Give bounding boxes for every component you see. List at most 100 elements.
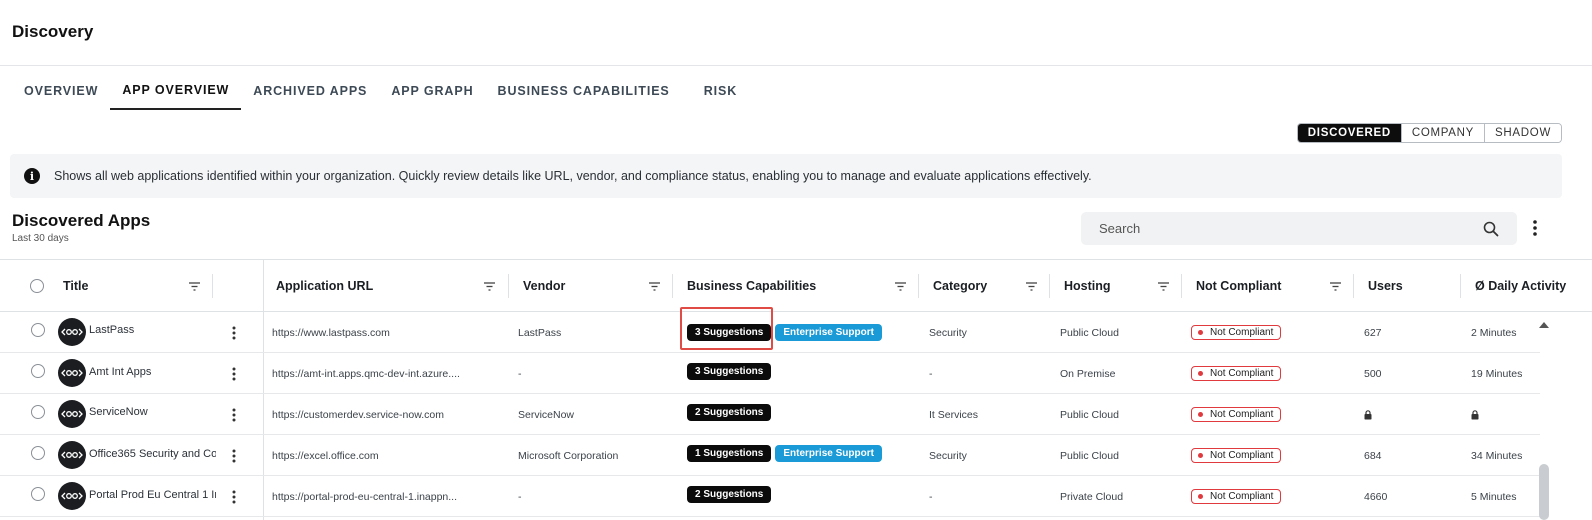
table-row[interactable]: Portal Prod Eu Central 1 Inappnext https… [0,476,1540,517]
filter-icon[interactable] [1026,282,1037,291]
app-url[interactable]: https://excel.office.com [272,435,502,476]
col-not-compliant: Not Compliant [1196,279,1282,293]
filter-icon[interactable] [895,282,906,291]
app-daily-activity: 2 Minutes [1471,326,1517,339]
col-hosting: Hosting [1064,279,1111,293]
app-hosting: Public Cloud [1060,326,1119,339]
tab-risk[interactable]: RISK [692,72,749,110]
app-category: Security [929,326,967,339]
row-select-radio[interactable] [31,487,45,501]
tab-business-capabilities[interactable]: BUSINESS CAPABILITIES [486,72,682,110]
app-name[interactable]: LastPass [89,312,216,348]
col-business-capabilities: Business Capabilities [687,279,817,293]
table-row[interactable]: Office365 Security and Compliance https:… [0,435,1540,476]
app-daily-activity: 34 Minutes [1471,449,1523,462]
app-vendor: - [518,490,522,503]
row-menu-icon[interactable] [229,488,239,506]
suggestions-badge[interactable]: 2 Suggestions [687,485,772,503]
suggestions-badge[interactable]: 3 Suggestions [687,362,772,380]
filter-icon[interactable] [1158,282,1169,291]
row-menu-icon[interactable] [229,447,239,465]
app-logo-icon [58,482,86,510]
app-users: 500 [1364,367,1382,380]
app-category: - [929,490,933,503]
row-menu-icon[interactable] [229,406,239,424]
app-daily-activity: 19 Minutes [1471,367,1523,380]
info-banner: i Shows all web applications identified … [10,154,1562,198]
row-select-radio[interactable] [31,323,45,337]
not-compliant-badge: Not Compliant [1191,407,1282,422]
app-users: 627 [1364,326,1382,339]
app-url[interactable]: https://www.lastpass.com [272,312,502,353]
app-name[interactable]: Portal Prod Eu Central 1 Inappnext [89,476,216,514]
capabilities-cell: 2 Suggestions [687,476,912,512]
row-select-radio[interactable] [31,364,45,378]
not-compliant-label: Not Compliant [1210,450,1274,461]
search-input[interactable] [1099,221,1483,236]
col-application-url: Application URL [276,279,374,293]
col-title: Title [63,279,89,293]
search-icon[interactable] [1483,221,1499,237]
row-select-radio[interactable] [31,405,45,419]
app-name[interactable]: Office365 Security and Compliance [89,435,216,472]
view-toggle: DISCOVERED COMPANY SHADOW [1296,123,1562,143]
lock-icon [1364,409,1372,419]
suggestions-badge[interactable]: 1 Suggestions [687,444,772,462]
app-url[interactable]: https://amt-int.apps.qmc-dev-int.azure..… [272,353,502,394]
filter-icon[interactable] [1330,282,1341,291]
suggestions-badge[interactable]: 3 Suggestions [687,324,772,341]
filter-icon[interactable] [189,282,200,291]
filter-icon[interactable] [649,282,660,291]
daily-activity-locked [1471,394,1536,435]
column-divider [1049,274,1050,298]
table-scrollbar[interactable] [1537,312,1551,520]
compliance-cell: Not Compliant [1191,394,1341,435]
toggle-shadow[interactable]: SHADOW [1484,124,1561,142]
tab-app-graph[interactable]: APP GRAPH [379,72,485,110]
app-url[interactable]: https://portal-prod-eu-central-1.inappn.… [272,476,502,517]
table-row[interactable]: LastPass https://www.lastpass.com LastPa… [0,312,1540,353]
row-menu-icon[interactable] [229,324,239,342]
toggle-company[interactable]: COMPANY [1400,124,1485,142]
app-users: 4660 [1364,490,1388,503]
not-compliant-badge: Not Compliant [1191,325,1282,340]
app-logo-icon [58,400,86,428]
app-logo-icon [58,359,86,387]
compliance-cell: Not Compliant [1191,312,1341,353]
app-logo-icon [58,441,86,469]
app-logo-icon [58,318,86,346]
app-users: 684 [1364,449,1382,462]
not-compliant-label: Not Compliant [1210,368,1274,379]
more-options-icon[interactable] [1528,217,1542,239]
tab-app-overview[interactable]: APP OVERVIEW [110,72,242,110]
capabilities-cell: 1 Suggestions Enterprise Support [687,435,912,471]
column-divider [212,274,213,298]
tab-bar: OVERVIEW APP OVERVIEW ARCHIVED APPS APP … [12,72,749,110]
select-all-radio[interactable] [30,279,44,293]
app-url[interactable]: https://customerdev.service-now.com [272,394,502,435]
app-hosting: On Premise [1060,367,1116,380]
page-header: Discovery [0,0,1592,66]
filter-icon[interactable] [484,282,495,291]
section-subtitle: Last 30 days [12,233,69,244]
app-hosting: Private Cloud [1060,490,1124,503]
compliance-cell: Not Compliant [1191,353,1341,394]
suggestions-badge[interactable]: 2 Suggestions [687,403,772,421]
app-name[interactable]: Amt Int Apps [89,353,216,391]
page-title: Discovery [12,22,94,41]
tab-archived-apps[interactable]: ARCHIVED APPS [241,72,379,110]
col-vendor: Vendor [523,279,566,293]
row-select-radio[interactable] [31,446,45,460]
column-divider [1181,274,1182,298]
table-header: Title Application URL Vendor Business Ca… [0,260,1592,312]
not-compliant-label: Not Compliant [1210,491,1274,502]
row-menu-icon[interactable] [229,365,239,383]
tab-overview[interactable]: OVERVIEW [12,72,110,110]
app-name[interactable]: ServiceNow [89,394,216,430]
not-compliant-badge: Not Compliant [1191,489,1282,504]
table-row[interactable]: Amt Int Apps https://amt-int.apps.qmc-de… [0,353,1540,394]
table-row[interactable]: ServiceNow https://customerdev.service-n… [0,394,1540,435]
app-vendor: - [518,367,522,380]
capabilities-cell: 2 Suggestions [687,394,912,430]
toggle-discovered[interactable]: DISCOVERED [1297,124,1401,142]
